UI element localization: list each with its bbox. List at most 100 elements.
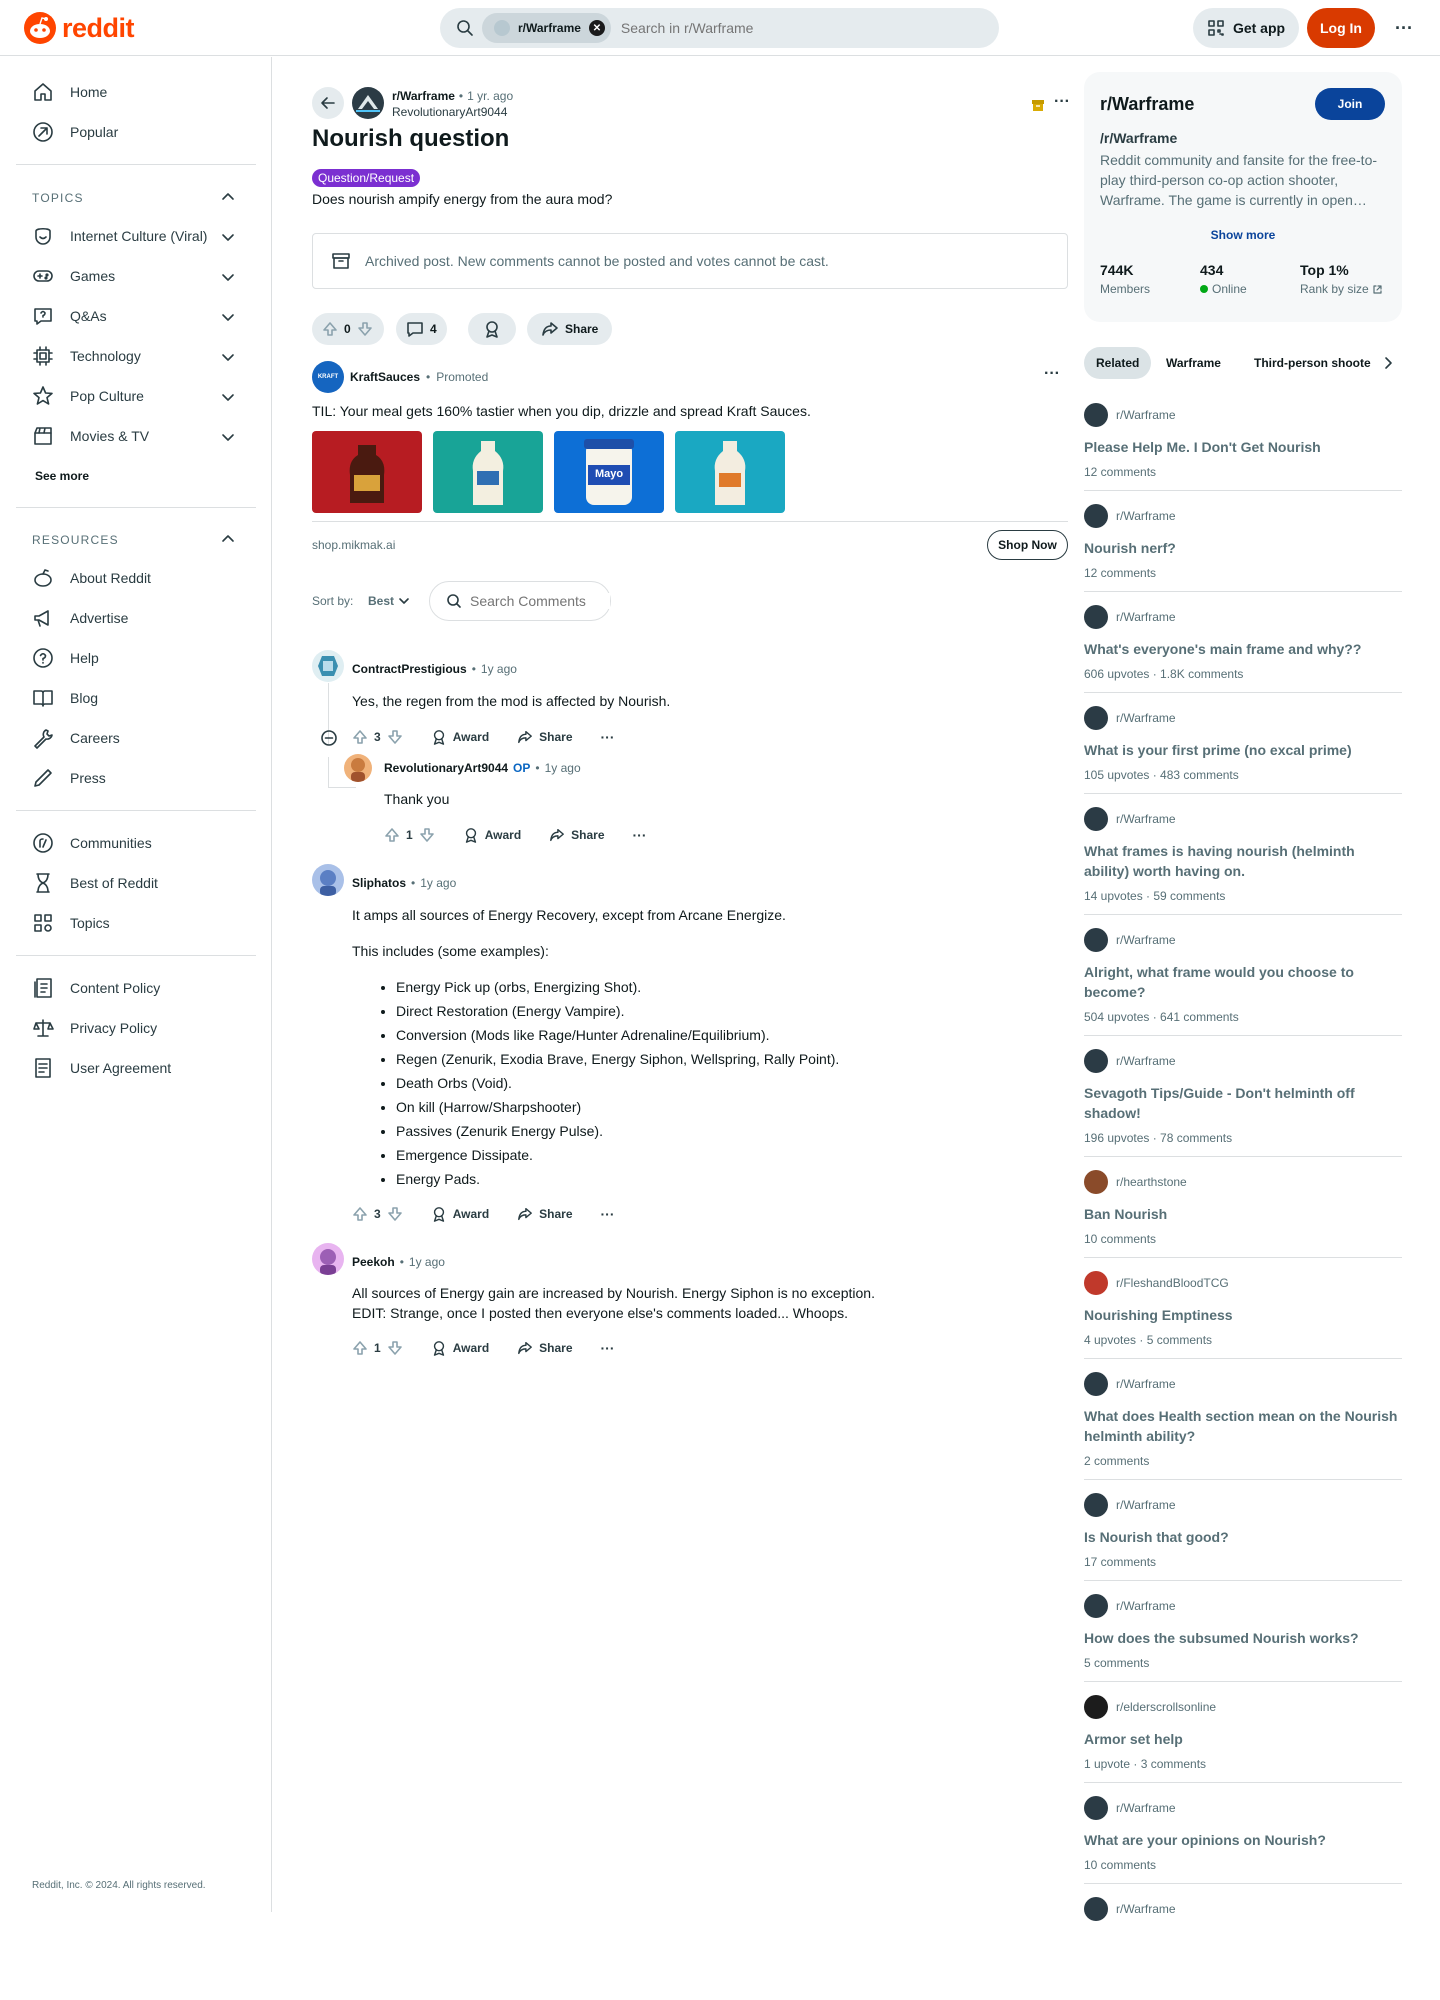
related-post-item[interactable]: r/Warframe Is Nourish that good? 17 commen… [1084, 1493, 1402, 1581]
share-button[interactable]: Share [549, 827, 605, 843]
related-post-item[interactable]: r/Warframe What is your first prime (no e… [1084, 706, 1402, 794]
related-post-sub[interactable]: r/elderscrollsonline [1084, 1695, 1402, 1719]
upvote-icon[interactable] [384, 827, 400, 843]
ad-image-mayo[interactable]: Mayo [554, 431, 664, 513]
sidebar-item-technology[interactable]: Technology [32, 345, 141, 367]
sidebar-item-home[interactable]: Home [32, 81, 107, 103]
sidebar-item-help[interactable]: Help [32, 647, 99, 669]
sidebar-item-user-agreement[interactable]: User Agreement [32, 1057, 171, 1079]
chevron-down-icon[interactable] [220, 349, 236, 365]
collapse-minus-icon[interactable] [320, 729, 338, 747]
sidebar-item-best-of[interactable]: Best of Reddit [32, 872, 158, 894]
comment-more-button[interactable]: ··· [601, 1206, 615, 1222]
comment-search-bar[interactable] [429, 581, 611, 621]
more-options-button[interactable]: ··· [1386, 8, 1422, 48]
related-post-item[interactable]: r/Warframe [1084, 1897, 1402, 1947]
search-bar[interactable]: r/Warframe ✕ [440, 8, 999, 48]
downvote-icon[interactable] [387, 1206, 403, 1222]
related-post-item[interactable]: r/Warframe What frames is having nourish … [1084, 807, 1402, 915]
related-post-title[interactable]: Alright, what frame would you choose to … [1084, 962, 1402, 1002]
share-button[interactable]: Share [517, 1340, 573, 1356]
sidebar-item-about[interactable]: About Reddit [32, 567, 151, 589]
sidebar-item-pop-culture[interactable]: Pop Culture [32, 385, 144, 407]
ad-image-dressing[interactable] [675, 431, 785, 513]
chevron-up-icon[interactable] [220, 531, 236, 547]
related-post-sub[interactable]: r/Warframe [1084, 1897, 1402, 1921]
see-more-link[interactable]: See more [35, 469, 89, 483]
related-post-title[interactable]: What does Health section mean on the Nou… [1084, 1406, 1402, 1446]
related-post-sub[interactable]: r/Warframe [1084, 1796, 1402, 1820]
related-post-title[interactable]: Please Help Me. I Don't Get Nourish [1084, 437, 1402, 457]
comment-author[interactable]: ContractPrestigious [352, 662, 467, 676]
related-post-item[interactable]: r/Warframe What's everyone's main frame a… [1084, 605, 1402, 693]
related-post-title[interactable]: What's everyone's main frame and why?? [1084, 639, 1402, 659]
share-button[interactable]: Share [517, 729, 573, 745]
sidebar-item-press[interactable]: Press [32, 767, 106, 789]
subreddit-avatar[interactable] [352, 87, 384, 119]
chevron-down-icon[interactable] [220, 229, 236, 245]
related-post-item[interactable]: r/FleshandBloodTCG Nourishing Emptiness 4 … [1084, 1271, 1402, 1359]
award-button[interactable] [468, 313, 516, 345]
sidebar-item-qas[interactable]: Q&As [32, 305, 107, 327]
post-flair[interactable]: Question/Request [312, 169, 421, 187]
chevron-down-icon[interactable] [220, 429, 236, 445]
share-button[interactable]: Share [527, 313, 613, 345]
related-post-item[interactable]: r/Warframe Alright, what frame would you … [1084, 928, 1402, 1036]
comment-search-input[interactable] [470, 593, 610, 609]
post-author[interactable]: RevolutionaryArt9044 [392, 105, 507, 119]
chevron-down-icon[interactable] [220, 389, 236, 405]
related-post-title[interactable]: What is your first prime (no excal prime… [1084, 740, 1402, 760]
related-post-item[interactable]: r/Warframe What does Health section mean … [1084, 1372, 1402, 1480]
sidebar-item-careers[interactable]: Careers [32, 727, 120, 749]
upvote-icon[interactable] [352, 1206, 368, 1222]
related-post-title[interactable]: Nourish nerf? [1084, 538, 1402, 558]
ad-image-ranch[interactable] [433, 431, 543, 513]
downvote-icon[interactable] [387, 1340, 403, 1356]
upvote-icon[interactable] [352, 729, 368, 745]
topics-heading[interactable]: TOPICS [32, 191, 84, 205]
comment-avatar[interactable] [312, 1243, 344, 1275]
related-post-title[interactable]: Is Nourish that good? [1084, 1527, 1402, 1547]
get-app-button[interactable]: Get app [1193, 8, 1299, 48]
award-button[interactable]: Award [463, 827, 521, 843]
related-post-title[interactable]: Ban Nourish [1084, 1204, 1402, 1224]
related-post-sub[interactable]: r/Warframe [1084, 605, 1402, 629]
ad-advertiser[interactable]: KraftSauces [350, 370, 420, 384]
related-post-item[interactable]: r/elderscrollsonline Armor set help 1 upvo… [1084, 1695, 1402, 1783]
related-post-title[interactable]: What are your opinions on Nourish? [1084, 1830, 1402, 1850]
join-button[interactable]: Join [1315, 88, 1385, 120]
related-post-item[interactable]: r/Warframe What are your opinions on Nour… [1084, 1796, 1402, 1884]
sidebar-item-privacy-policy[interactable]: Privacy Policy [32, 1017, 157, 1039]
ad-domain[interactable]: shop.mikmak.ai [312, 538, 395, 552]
resources-heading[interactable]: RESOURCES [32, 533, 119, 547]
related-post-sub[interactable]: r/Warframe [1084, 807, 1402, 831]
upvote-icon[interactable] [322, 321, 338, 337]
related-post-item[interactable]: r/Warframe How does the subsumed Nourish … [1084, 1594, 1402, 1682]
ad-overflow-menu[interactable]: ··· [1044, 365, 1060, 383]
chevron-up-icon[interactable] [220, 189, 236, 205]
related-post-title[interactable]: Armor set help [1084, 1729, 1402, 1749]
tab-warframe[interactable]: Warframe [1154, 347, 1233, 379]
sidebar-item-communities[interactable]: Communities [32, 832, 152, 854]
sidebar-item-movies-tv[interactable]: Movies & TV [32, 425, 149, 447]
related-post-sub[interactable]: r/Warframe [1084, 403, 1402, 427]
tab-related[interactable]: Related [1084, 347, 1152, 379]
related-post-title[interactable]: How does the subsumed Nourish works? [1084, 1628, 1402, 1648]
related-post-sub[interactable]: r/Warframe [1084, 1493, 1402, 1517]
sidebar-item-blog[interactable]: Blog [32, 687, 98, 709]
sidebar-item-advertise[interactable]: Advertise [32, 607, 128, 629]
show-more-link[interactable]: Show more [1084, 228, 1402, 242]
related-post-sub[interactable]: r/Warframe [1084, 504, 1402, 528]
tab-third-person-shooter[interactable]: Third-person shoote [1242, 347, 1378, 379]
ad-avatar[interactable]: KRAFT [312, 361, 344, 393]
related-post-item[interactable]: r/Warframe Please Help Me. I Don't Get No… [1084, 403, 1402, 491]
comment-author[interactable]: RevolutionaryArt9044 [384, 761, 508, 775]
comment-author[interactable]: Sliphatos [352, 876, 406, 890]
related-post-sub[interactable]: r/Warframe [1084, 706, 1402, 730]
sidebar-item-content-policy[interactable]: Content Policy [32, 977, 160, 999]
subreddit-link[interactable]: r/Warframe [392, 89, 455, 103]
award-button[interactable]: Award [431, 1206, 489, 1222]
upvote-icon[interactable] [352, 1340, 368, 1356]
search-input[interactable] [620, 20, 921, 36]
ad-image-bbq-sauce[interactable] [312, 431, 422, 513]
